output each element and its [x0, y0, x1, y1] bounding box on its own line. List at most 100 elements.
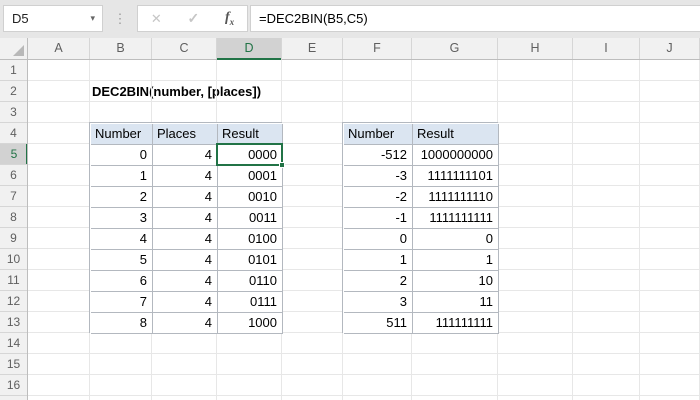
table-cell[interactable]: 6 — [91, 271, 153, 292]
table-cell[interactable]: 1000000000 — [413, 145, 499, 166]
row-header-10[interactable]: 10 — [0, 249, 27, 270]
table-cell[interactable]: 10 — [413, 271, 499, 292]
row-header-15[interactable]: 15 — [0, 354, 27, 375]
table-cell[interactable]: 1111111111 — [413, 208, 499, 229]
table-cell[interactable]: 7 — [91, 292, 153, 313]
table-cell[interactable]: 1111111110 — [413, 187, 499, 208]
cell-b2-title[interactable]: DEC2BIN(number, [places]) — [92, 81, 261, 102]
table-cell[interactable]: 4 — [153, 187, 218, 208]
table-cell[interactable]: 511 — [344, 313, 413, 334]
table-cell[interactable]: 11 — [413, 292, 499, 313]
row-headers: 1234567891011121314151617 — [0, 60, 28, 400]
table-cell[interactable]: 2 — [344, 271, 413, 292]
table-cell[interactable]: 4 — [153, 313, 218, 334]
table-cell[interactable]: 3 — [91, 208, 153, 229]
table-cell[interactable]: 4 — [153, 208, 218, 229]
table-cell[interactable]: 2 — [91, 187, 153, 208]
table-cell[interactable]: 0111 — [218, 292, 283, 313]
column-header-h[interactable]: H — [498, 38, 573, 59]
table-cell[interactable]: 0 — [413, 229, 499, 250]
row-header-11[interactable]: 11 — [0, 270, 27, 291]
select-all-button[interactable] — [0, 38, 28, 60]
table-cell[interactable]: -1 — [344, 208, 413, 229]
table-cell[interactable]: 0100 — [218, 229, 283, 250]
excel-window: D5 ▾ ⋮ ✕ ✓ fx =DEC2BIN(B5,C5) ABCDEFGHIJ… — [0, 0, 700, 400]
gridline-vertical — [572, 60, 573, 400]
column-header-b[interactable]: B — [90, 38, 152, 59]
row-header-3[interactable]: 3 — [0, 102, 27, 123]
gridline-horizontal — [28, 395, 700, 396]
table-cell[interactable]: 0000 — [218, 145, 283, 166]
table-header-cell[interactable]: Result — [413, 124, 499, 145]
column-header-i[interactable]: I — [573, 38, 640, 59]
name-box-value: D5 — [12, 11, 29, 26]
gridline-horizontal — [28, 80, 700, 81]
table-cell[interactable]: 1 — [344, 250, 413, 271]
dec2bin-range-table: Number Result -512 1000000000 -3 1111111101 -2… — [342, 122, 499, 334]
row-header-9[interactable]: 9 — [0, 228, 27, 249]
column-header-c[interactable]: C — [152, 38, 217, 59]
table-header-cell[interactable]: Result — [218, 124, 283, 145]
table-cell[interactable]: 1111111101 — [413, 166, 499, 187]
row-header-16[interactable]: 16 — [0, 375, 27, 396]
column-header-a[interactable]: A — [28, 38, 90, 59]
row-header-2[interactable]: 2 — [0, 81, 27, 102]
row-header-14[interactable]: 14 — [0, 333, 27, 354]
table-cell[interactable]: 0 — [91, 145, 153, 166]
row-header-6[interactable]: 6 — [0, 165, 27, 186]
gridline-horizontal — [28, 101, 700, 102]
table-cell[interactable]: 4 — [153, 166, 218, 187]
table-cell[interactable]: 1000 — [218, 313, 283, 334]
column-header-d[interactable]: D — [217, 38, 282, 60]
table-cell[interactable]: -3 — [344, 166, 413, 187]
chevron-down-icon[interactable]: ▾ — [90, 13, 102, 24]
column-header-j[interactable]: J — [640, 38, 700, 59]
column-header-g[interactable]: G — [412, 38, 498, 59]
table-cell[interactable]: 0 — [344, 229, 413, 250]
table-cell[interactable]: -512 — [344, 145, 413, 166]
table-cell[interactable]: 0101 — [218, 250, 283, 271]
row-header-7[interactable]: 7 — [0, 186, 27, 207]
table-cell[interactable]: 111111111 — [413, 313, 499, 334]
table-cell[interactable]: -2 — [344, 187, 413, 208]
name-box[interactable]: D5 ▾ — [3, 5, 103, 32]
table-header-cell[interactable]: Number — [344, 124, 413, 145]
table-cell[interactable]: 1 — [413, 250, 499, 271]
row-header-17[interactable]: 17 — [0, 396, 27, 400]
table-cell[interactable]: 1 — [91, 166, 153, 187]
row-header-12[interactable]: 12 — [0, 291, 27, 312]
row-header-1[interactable]: 1 — [0, 60, 27, 81]
drag-handle-icon: ⋮ — [113, 10, 127, 26]
table-header-cell[interactable]: Places — [153, 124, 218, 145]
column-header-e[interactable]: E — [282, 38, 343, 59]
table-cell[interactable]: 8 — [91, 313, 153, 334]
row-header-8[interactable]: 8 — [0, 207, 27, 228]
table-cell[interactable]: 4 — [153, 250, 218, 271]
table-cell[interactable]: 0001 — [218, 166, 283, 187]
table-cell[interactable]: 4 — [153, 145, 218, 166]
column-header-f[interactable]: F — [343, 38, 412, 59]
table-cell[interactable]: 4 — [153, 229, 218, 250]
table-cell[interactable]: 0110 — [218, 271, 283, 292]
enter-icon[interactable]: ✓ — [187, 10, 199, 27]
column-headers: ABCDEFGHIJ — [28, 38, 700, 60]
table-cell[interactable]: 4 — [153, 292, 218, 313]
formula-buttons: ✕ ✓ fx — [137, 5, 248, 32]
table-cell[interactable]: 0010 — [218, 187, 283, 208]
row-header-5[interactable]: 5 — [0, 144, 27, 165]
table-cell[interactable]: 4 — [153, 271, 218, 292]
table-cell[interactable]: 0011 — [218, 208, 283, 229]
cancel-icon[interactable]: ✕ — [151, 11, 162, 27]
row-header-4[interactable]: 4 — [0, 123, 27, 144]
table-cell[interactable]: 3 — [344, 292, 413, 313]
table-header-cell[interactable]: Number — [91, 124, 153, 145]
sheet-grid[interactable]: DEC2BIN(number, [places]) Number Places Re… — [28, 60, 700, 400]
gridline-horizontal — [28, 374, 700, 375]
formula-bar-area: D5 ▾ ⋮ ✕ ✓ fx =DEC2BIN(B5,C5) — [0, 0, 700, 38]
formula-input[interactable]: =DEC2BIN(B5,C5) — [250, 5, 700, 32]
row-header-13[interactable]: 13 — [0, 312, 27, 333]
formula-text: =DEC2BIN(B5,C5) — [259, 11, 368, 26]
table-cell[interactable]: 4 — [91, 229, 153, 250]
insert-function-icon[interactable]: fx — [225, 10, 234, 27]
table-cell[interactable]: 5 — [91, 250, 153, 271]
